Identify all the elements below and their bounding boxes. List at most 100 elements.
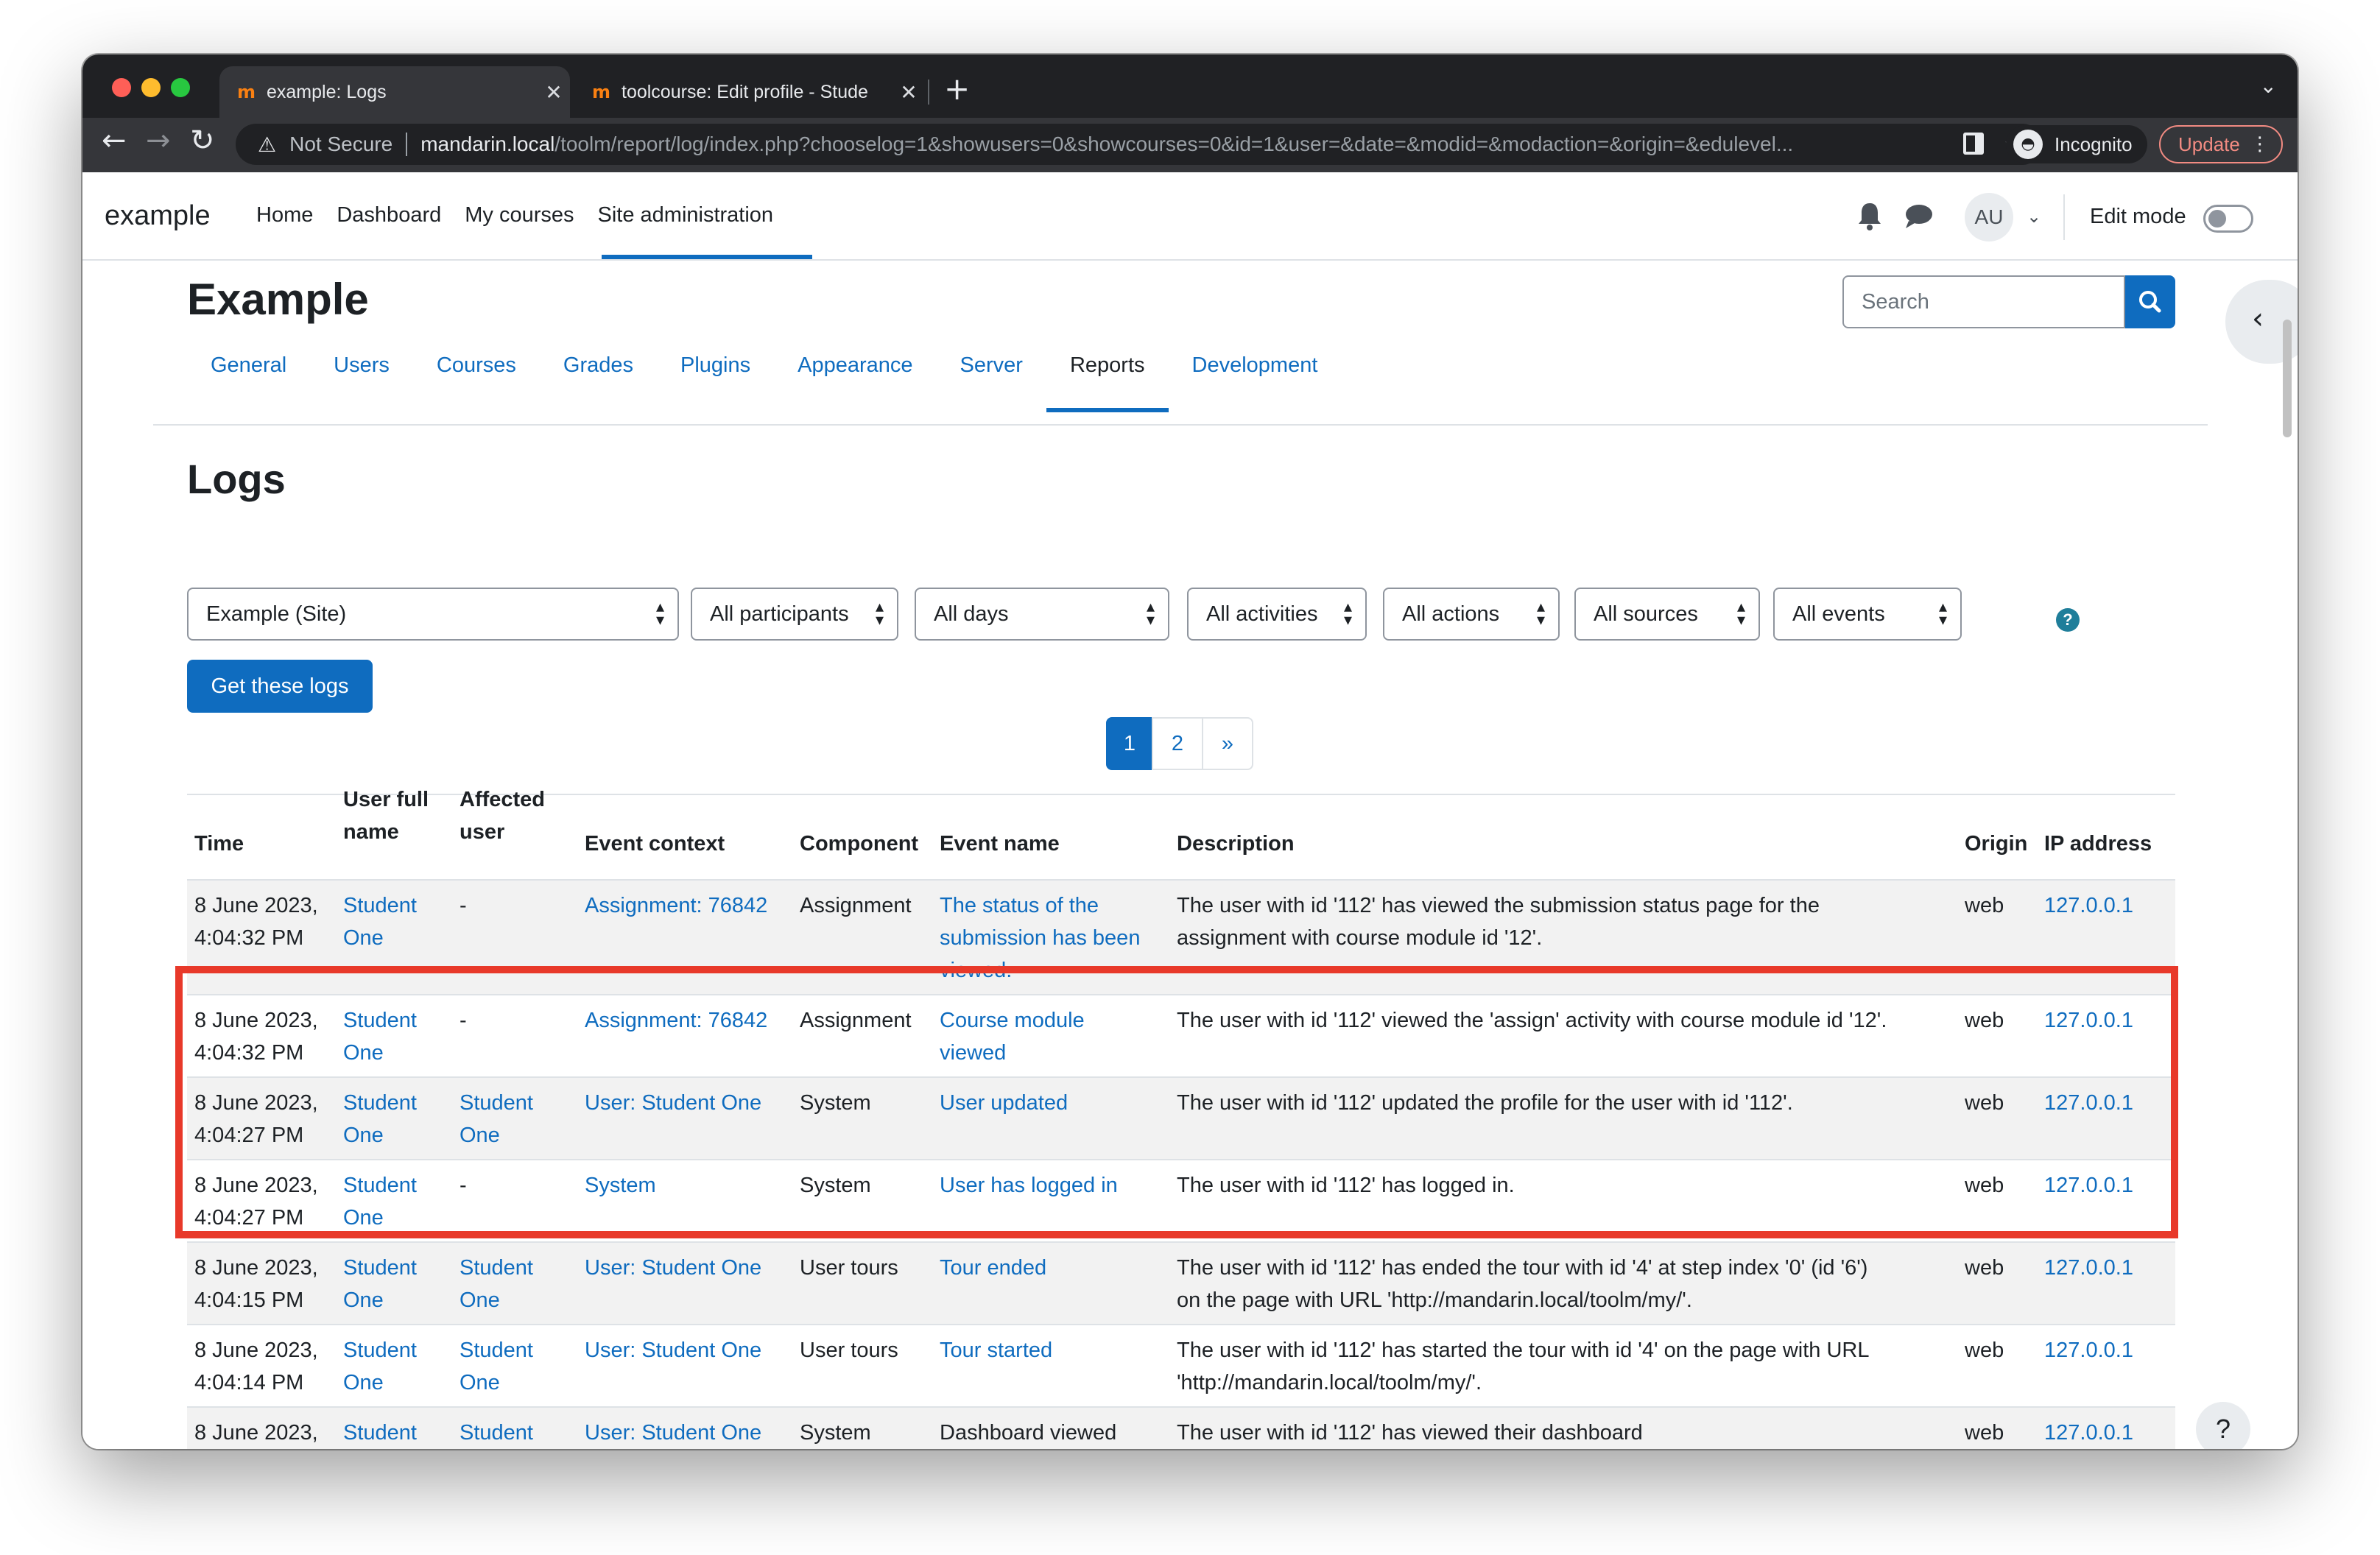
cell-user-full-name[interactable]: StudentOne [343, 1334, 417, 1399]
cell-event-name[interactable]: Tour started [940, 1334, 1052, 1367]
cell-user-full-name[interactable]: StudentOne [343, 889, 417, 954]
cell-affected-user[interactable]: StudentOne [460, 1417, 533, 1449]
cell-affected-user: - [460, 1004, 467, 1037]
column-header-affected-line2: user [460, 820, 505, 844]
get-these-logs-button[interactable]: Get these logs [187, 660, 373, 713]
tab-courses[interactable]: Courses [413, 353, 540, 412]
tab-general[interactable]: General [187, 353, 310, 412]
cell-event-context[interactable]: User: Student One [585, 1334, 761, 1367]
cell-event-name[interactable]: User has logged in [940, 1169, 1118, 1202]
table-row: 8 June 2023, 4:04:32 PM Student One - Assignm… [187, 995, 2175, 1078]
cell-ip-address[interactable]: 127.0.0.1 [2044, 889, 2133, 922]
help-icon[interactable]: ? [2056, 608, 2080, 632]
tab-logs[interactable]: m example: Logs ✕ [219, 66, 570, 118]
page-1-link[interactable]: 1 [1106, 717, 1153, 770]
cell-event-context[interactable]: System [585, 1169, 656, 1202]
tab-grades[interactable]: Grades [540, 353, 657, 412]
cell-event-name[interactable]: Course module viewed [940, 1004, 1085, 1069]
nav-my-courses[interactable]: My courses [465, 203, 574, 228]
cell-time-line: 8 June 2023, [194, 1339, 318, 1362]
nav-dashboard[interactable]: Dashboard [337, 203, 441, 228]
forward-icon[interactable]: → [146, 124, 171, 158]
cell-ip-address[interactable]: 127.0.0.1 [2044, 1417, 2133, 1449]
tab-search-chevron-icon[interactable]: ⌄ [2260, 74, 2277, 98]
participants-select[interactable]: All participants ▴ ▾ [691, 588, 898, 641]
select-value: All participants [710, 602, 849, 626]
reload-icon[interactable]: ↻ [190, 124, 215, 158]
cell-user-full-name[interactable]: StudentOne [343, 1087, 417, 1152]
cell-event-name-line: User has logged in [940, 1174, 1118, 1197]
cell-description-line: The user with id '112' viewed the 'assig… [1177, 1009, 1887, 1032]
events-select[interactable]: All events ▴ ▾ [1773, 588, 1962, 641]
site-brand[interactable]: example [105, 200, 211, 232]
select-value: All actions [1402, 602, 1500, 626]
sources-select[interactable]: All sources ▴ ▾ [1574, 588, 1760, 641]
address-bar[interactable]: ⚠ Not Secure mandarin.local /toolm/repor… [236, 124, 2043, 165]
close-icon[interactable]: ✕ [892, 80, 925, 105]
minimize-window-button[interactable] [141, 78, 161, 97]
select-value: All activities [1206, 602, 1318, 626]
cell-affected-user[interactable]: StudentOne [460, 1334, 533, 1399]
divider [153, 424, 2208, 426]
close-window-button[interactable] [112, 78, 131, 97]
chevron-down-icon[interactable]: ⌄ [2027, 206, 2041, 227]
help-button[interactable]: ? [2196, 1402, 2250, 1449]
select-value: Example (Site) [206, 602, 347, 626]
user-avatar[interactable]: AU [1965, 193, 2013, 241]
browser-toolbar: ← → ↻ ⚠ Not Secure mandarin.local /toolm… [82, 118, 2298, 172]
cell-event-name-line: Tour started [940, 1339, 1053, 1362]
tab-appearance[interactable]: Appearance [774, 353, 936, 412]
cell-user-full-name[interactable]: StudentOne [343, 1004, 417, 1069]
cell-event-name[interactable]: The status of the submission has been view… [940, 889, 1140, 987]
nav-home[interactable]: Home [256, 203, 313, 228]
cell-event-context[interactable]: User: Student One [585, 1252, 761, 1284]
cell-user-full-name[interactable]: StudentOne [343, 1169, 417, 1234]
page-2-link[interactable]: 2 [1152, 717, 1203, 770]
search-icon [2139, 291, 2161, 313]
cell-event-name[interactable]: User updated [940, 1087, 1068, 1119]
messages-icon[interactable] [1904, 203, 1934, 230]
tab-users[interactable]: Users [310, 353, 413, 412]
cell-user-full-name[interactable]: StudentOne [343, 1417, 417, 1449]
cell-event-context[interactable]: Assignment: 76842 [585, 1004, 767, 1037]
search-input[interactable]: Search [1842, 275, 2125, 328]
moodle-icon: m [237, 82, 256, 102]
zoom-window-button[interactable] [171, 78, 190, 97]
cell-time: 8 June 2023, 4:04:14 PM [194, 1334, 318, 1399]
tab-edit-profile[interactable]: m toolcourse: Edit profile - Stude ✕ [574, 66, 925, 118]
tab-reports[interactable]: Reports [1046, 353, 1169, 412]
cell-ip-address[interactable]: 127.0.0.1 [2044, 1169, 2133, 1202]
notification-bell-icon[interactable] [1857, 202, 1882, 231]
cell-event-context[interactable]: Assignment: 76842 [585, 889, 767, 922]
cell-event-context[interactable]: User: Student One [585, 1087, 761, 1119]
cell-ip-address[interactable]: 127.0.0.1 [2044, 1334, 2133, 1367]
cell-event-context[interactable]: User: Student One [585, 1417, 761, 1449]
cell-affected-user[interactable]: StudentOne [460, 1252, 533, 1316]
cell-ip-address[interactable]: 127.0.0.1 [2044, 1252, 2133, 1284]
cell-ip-address[interactable]: 127.0.0.1 [2044, 1004, 2133, 1037]
tab-development[interactable]: Development [1169, 353, 1342, 412]
cell-user-full-name[interactable]: StudentOne [343, 1252, 417, 1316]
cell-event-name[interactable]: Tour ended [940, 1252, 1046, 1284]
next-page-link[interactable]: » [1202, 717, 1253, 770]
new-tab-icon[interactable]: + [944, 71, 970, 107]
actions-select[interactable]: All actions ▴ ▾ [1383, 588, 1560, 641]
tab-plugins[interactable]: Plugins [657, 353, 774, 412]
cell-component: System [800, 1417, 871, 1449]
search-button[interactable] [2125, 275, 2175, 328]
cell-affected-user[interactable]: StudentOne [460, 1087, 533, 1152]
nav-site-administration[interactable]: Site administration [598, 203, 774, 228]
side-panel-icon[interactable] [1963, 133, 1984, 155]
cell-ip-address[interactable]: 127.0.0.1 [2044, 1087, 2133, 1119]
close-icon[interactable]: ✕ [538, 80, 570, 105]
days-select[interactable]: All days ▴ ▾ [915, 588, 1169, 641]
update-button[interactable]: Update ⋮ [2159, 125, 2283, 163]
back-icon[interactable]: ← [102, 124, 127, 158]
site-select[interactable]: Example (Site) ▴ ▾ [187, 588, 679, 641]
incognito-profile[interactable]: ◓ Incognito [2006, 125, 2147, 163]
edit-mode-toggle[interactable] [2203, 205, 2253, 233]
tab-server[interactable]: Server [937, 353, 1046, 412]
activities-select[interactable]: All activities ▴ ▾ [1187, 588, 1367, 641]
scrollbar-thumb[interactable] [2283, 320, 2292, 437]
divider [2063, 194, 2065, 240]
